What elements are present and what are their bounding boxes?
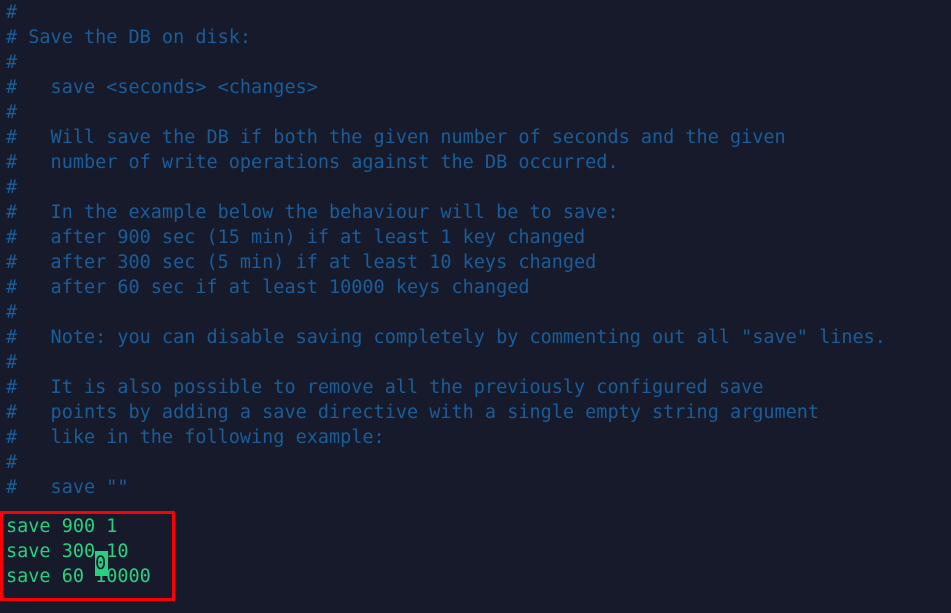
text-cursor-glyph: 0 xyxy=(95,553,107,574)
code-line: # like in the following example: xyxy=(6,427,385,448)
code-line: # xyxy=(6,352,18,373)
comment-block: # # Save the DB on disk: # # save <secon… xyxy=(6,0,951,500)
code-line: # xyxy=(6,52,18,73)
code-line: # after 60 sec if at least 10000 keys ch… xyxy=(6,277,530,298)
code-line: # xyxy=(6,302,18,323)
code-line: # It is also possible to remove all the … xyxy=(6,377,764,398)
code-line: # Note: you can disable saving completel… xyxy=(6,327,886,348)
code-line: # xyxy=(6,452,18,473)
code-line: # xyxy=(6,2,18,23)
code-line: # xyxy=(6,177,18,198)
code-line: # after 900 sec (15 min) if at least 1 k… xyxy=(6,227,586,248)
code-line-save-300: save 300 10 xyxy=(6,541,129,562)
code-line-save-900: save 900 1 xyxy=(6,516,118,537)
text-editor-viewport[interactable]: # # Save the DB on disk: # # save <secon… xyxy=(0,0,951,613)
code-line: # Will save the DB if both the given num… xyxy=(6,127,786,148)
code-line: # save "" xyxy=(6,477,129,498)
code-line: # In the example below the behaviour wil… xyxy=(6,202,619,223)
code-line: # after 300 sec (5 min) if at least 10 k… xyxy=(6,252,597,273)
save-directive-lines-overflow: save 900 1 save 300 10 save 60 10000 xyxy=(6,514,151,589)
code-line: # xyxy=(6,102,18,123)
code-line-save-60: save 60 10000 xyxy=(6,566,151,587)
code-line: # save <seconds> <changes> xyxy=(6,77,318,98)
code-line: # number of write operations against the… xyxy=(6,152,619,173)
code-line: # points by adding a save directive with… xyxy=(6,402,820,423)
code-line: # Save the DB on disk: xyxy=(6,27,252,48)
